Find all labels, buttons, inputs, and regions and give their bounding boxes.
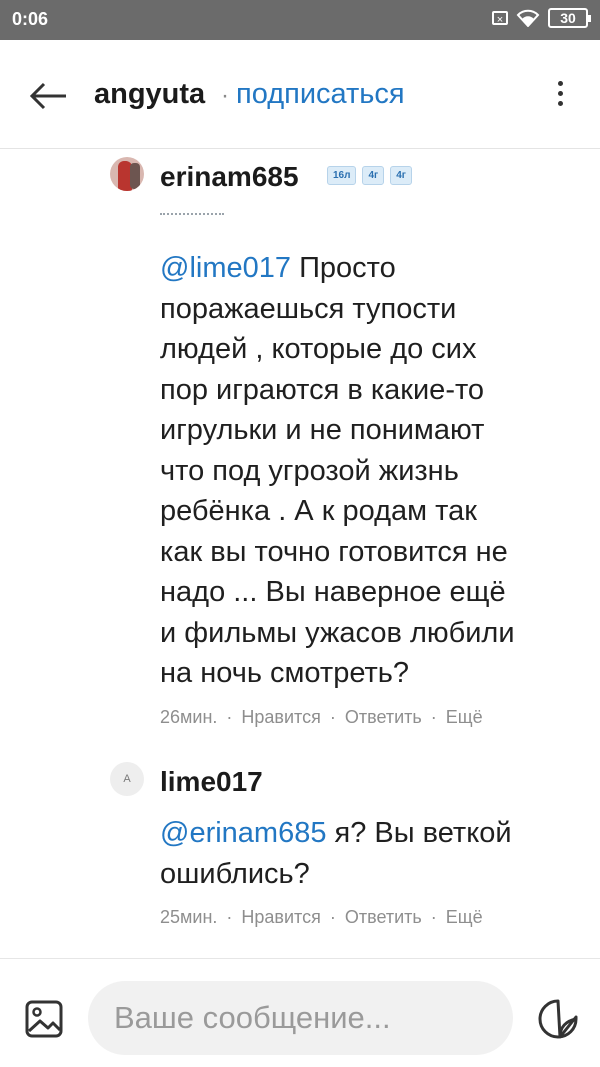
comment-line: надо ... Вы наверное ещё — [160, 576, 506, 608]
status-bar: 0:06 × 30 — [0, 0, 600, 40]
comment-line: и фильмы ужасов любили — [160, 616, 515, 649]
battery-level: 30 — [560, 10, 576, 26]
clipped-text-line — [160, 213, 224, 218]
comment-actions: 26мин. · Нравится · Ответить · Ещё — [160, 707, 483, 727]
x-box-icon: × — [492, 11, 508, 26]
message-input[interactable] — [88, 981, 513, 1055]
message-composer — [0, 958, 600, 1067]
comment-line: поражаешься тупости — [160, 292, 457, 325]
like-button[interactable]: Нравится — [241, 707, 320, 727]
header-username[interactable]: angyuta — [94, 78, 205, 111]
like-button[interactable]: Нравится — [241, 907, 320, 927]
mention-link[interactable]: @erinam685 — [160, 817, 326, 849]
comment-line: на ночь смотреть? — [160, 657, 410, 689]
image-attach-icon[interactable] — [24, 999, 64, 1039]
header-separator: · — [221, 82, 229, 109]
comment-line: ошиблись? — [160, 857, 310, 890]
reply-button[interactable]: Ответить — [345, 907, 422, 927]
badge: 4г — [390, 166, 412, 185]
comment-line: ребёнка . А к родам так — [160, 495, 477, 527]
sticker-icon[interactable] — [536, 997, 580, 1041]
comment-line: пор играются в какие-то — [160, 373, 485, 406]
comment-line: я? Вы веткой — [334, 817, 512, 849]
more-menu-icon[interactable] — [550, 78, 570, 114]
mention-link[interactable]: @lime017 — [160, 252, 291, 284]
more-button[interactable]: Ещё — [446, 707, 483, 727]
more-button[interactable]: Ещё — [446, 907, 483, 927]
status-time: 0:06 — [12, 9, 49, 29]
status-icons: × 30 — [492, 8, 591, 28]
comment-author[interactable]: erinam685 — [160, 161, 299, 193]
comment-time: 25мин. — [160, 907, 218, 927]
avatar[interactable]: A — [110, 762, 144, 796]
subscribe-button[interactable]: подписаться — [236, 78, 405, 111]
comment-line: что под угрозой жизнь — [160, 454, 459, 487]
comment-line: Просто — [299, 252, 396, 284]
comment-actions: 25мин. · Нравится · Ответить · Ещё — [160, 907, 483, 927]
comment-author[interactable]: lime017 — [160, 766, 263, 798]
badge: 16л — [327, 166, 357, 185]
battery-icon: 30 — [548, 8, 591, 28]
comment-text: @lime017 Просто поражаешься тупости люде… — [160, 248, 580, 694]
comment-line: как вы точно готовится не — [160, 535, 508, 568]
comment-text: @erinam685 я? Вы веткой ошиблись? — [160, 813, 580, 894]
badge: 4г — [362, 166, 385, 185]
comment-line: людей , которые до сих — [160, 333, 477, 365]
back-arrow-icon[interactable] — [26, 76, 70, 116]
comment-time: 26мин. — [160, 707, 218, 727]
header: angyuta · подписаться — [0, 40, 600, 149]
avatar[interactable] — [110, 157, 144, 191]
badge-group: 16л 4г 4г — [327, 166, 412, 185]
avatar-letter: A — [123, 773, 131, 785]
wifi-icon — [516, 9, 540, 27]
comment-line: игрульки и не понимают — [160, 414, 485, 446]
reply-button[interactable]: Ответить — [345, 707, 422, 727]
